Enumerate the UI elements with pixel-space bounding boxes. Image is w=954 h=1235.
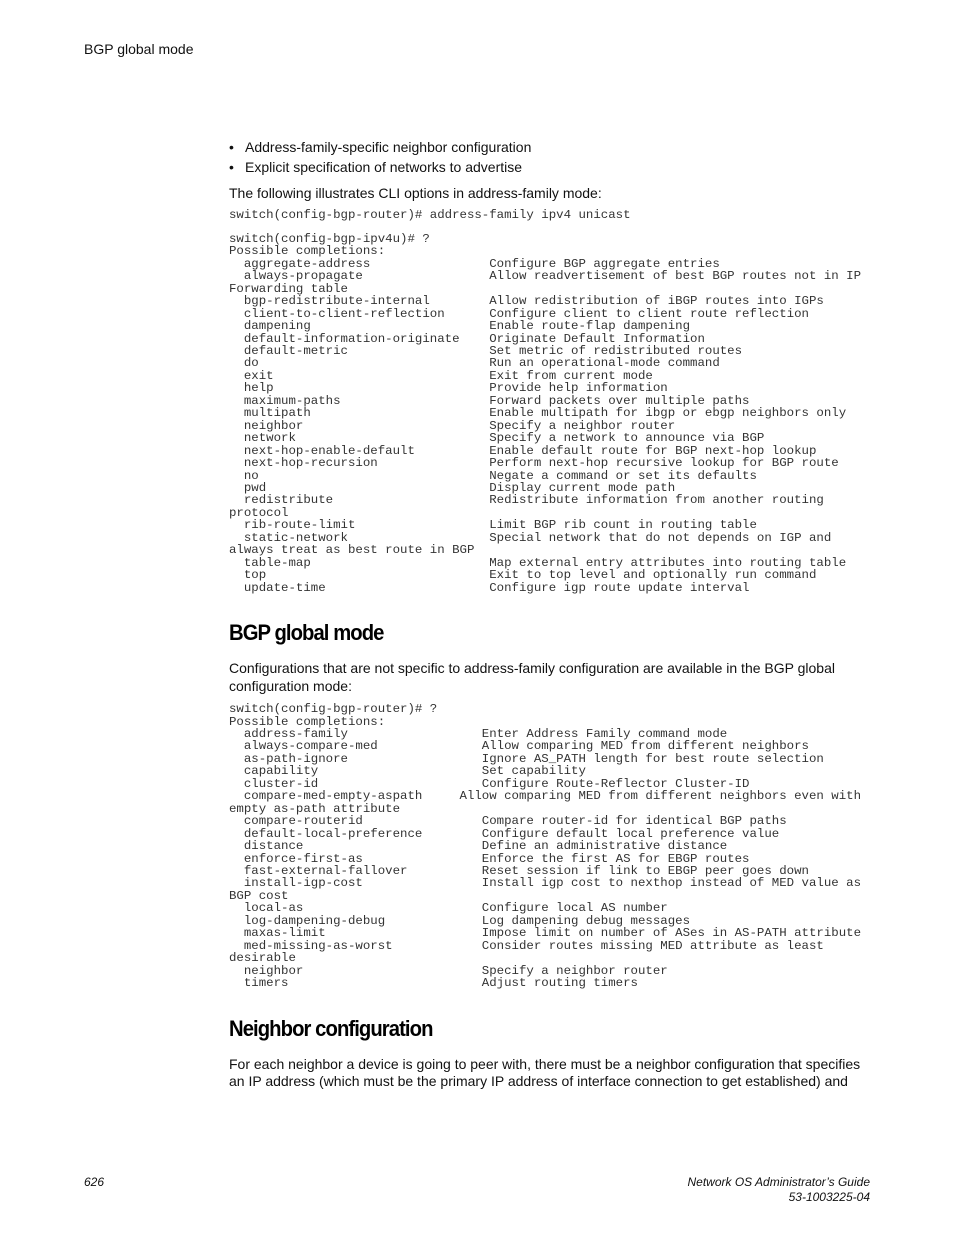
list-item: • Address-family-specific neighbor config…: [229, 138, 869, 158]
bgp-global-paragraph: Configurations that are not specific to …: [229, 660, 835, 694]
list-item-text: Explicit specification of networks to ad…: [245, 158, 523, 175]
af-command-example: switch(config-bgp-router)# address-famil…: [229, 207, 631, 222]
section-heading-bgp-global-mode: BGP global mode: [229, 620, 384, 646]
bullet-icon: •: [229, 158, 234, 175]
doc-title: Network OS Administrator’s Guide: [687, 1175, 870, 1189]
global-completions-listing: switch(config-bgp-router)# ? Possible co…: [229, 702, 862, 991]
intro-paragraph: The following illustrates CLI options in…: [229, 185, 602, 201]
page-content: • Address-family-specific neighbor config…: [229, 138, 869, 1091]
af-completions-listing: switch(config-bgp-ipv4u)# ? Possible com…: [229, 231, 862, 595]
page-number: 626: [84, 1175, 105, 1189]
footer-doc-info: Network OS Administrator’s Guide 53-1003…: [687, 1175, 870, 1205]
section-heading-neighbor-configuration: Neighbor configuration: [229, 1015, 433, 1041]
feature-list: • Address-family-specific neighbor config…: [229, 138, 869, 177]
doc-number: 53-1003225-04: [788, 1190, 870, 1204]
bullet-icon: •: [229, 139, 234, 155]
list-item: • Explicit specification of networks to a…: [229, 158, 869, 178]
list-item-text: Address-family-specific neighbor configu…: [245, 139, 532, 155]
running-header: BGP global mode: [84, 41, 194, 57]
neighbor-paragraph: For each neighbor a device is going to p…: [229, 1055, 861, 1090]
